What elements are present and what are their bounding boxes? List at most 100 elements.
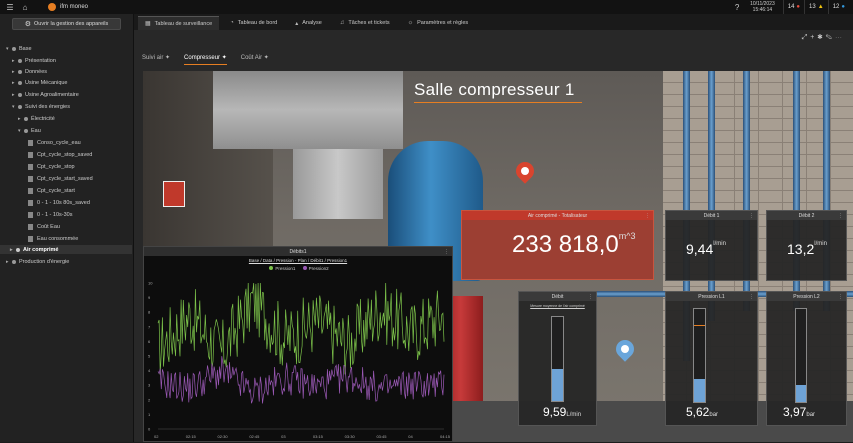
tree-item-eau-consommee[interactable]: Eau consommée bbox=[28, 234, 78, 243]
debit-gauge-widget[interactable]: Débit ⋮ Mesure moyenne de l'air comprimé … bbox=[518, 291, 597, 426]
pin-icon[interactable]: ✱ bbox=[817, 34, 825, 41]
tab-parametres[interactable]: ☼ Paramètres et règles bbox=[401, 16, 476, 30]
widget-header: Pression L1 ⋮ bbox=[666, 292, 757, 301]
pression2-value: 3,97bar bbox=[783, 405, 815, 419]
more-vertical-icon[interactable]: ⋮ bbox=[838, 213, 843, 219]
totalizer-value: 233 818,0m^3 bbox=[512, 231, 636, 259]
tree-item-electricite[interactable]: ▸ Électricité bbox=[18, 114, 55, 123]
alarm-badge-red[interactable]: 14 ● bbox=[782, 0, 804, 14]
tree-item-presentation[interactable]: ▸ Présentation bbox=[12, 56, 56, 65]
node-icon bbox=[18, 58, 22, 63]
tree-item-cpt-start-saved[interactable]: Cpt_cycle_start_saved bbox=[28, 174, 93, 183]
value-text: 9,44 bbox=[686, 241, 714, 257]
value-text: 233 818,0 bbox=[512, 231, 619, 258]
scene-title: Salle compresseur 1 bbox=[414, 80, 575, 99]
unit-text: bar bbox=[806, 412, 816, 418]
unit-text: L/min bbox=[566, 412, 582, 418]
alarm-badge-orange[interactable]: 13 ▲ bbox=[804, 0, 828, 14]
node-icon bbox=[12, 46, 16, 51]
debit-value: 9,59L/min bbox=[543, 405, 581, 419]
totalizer-widget[interactable]: Air comprimé - Totalisateur ⋮ 233 818,0m^… bbox=[461, 210, 654, 280]
fullscreen-icon[interactable]: ⤢ bbox=[802, 34, 811, 41]
tree-item-base[interactable]: ▾ Base bbox=[6, 44, 32, 53]
unit-text: bar bbox=[709, 412, 719, 418]
pin-icon: ✦ bbox=[263, 55, 269, 61]
y-tick-label: 1 bbox=[148, 412, 151, 417]
tree-item-label: Eau bbox=[31, 127, 41, 134]
tab-label: Tâches et tickets bbox=[348, 20, 390, 26]
tree-item-suivi-energies[interactable]: ▾ Suivi des énergies bbox=[12, 102, 70, 111]
more-icon[interactable]: ⋯ bbox=[835, 34, 845, 41]
alarm-badge-blue[interactable]: 12 ● bbox=[827, 0, 849, 14]
debit2-value: 13,2l/min bbox=[787, 241, 827, 257]
tree-item-cpt-start[interactable]: Cpt_cycle_start bbox=[28, 186, 75, 195]
debits-chart-widget[interactable]: Débits1 ⋮ Base / Data / Pression - Plan /… bbox=[143, 246, 453, 442]
more-vertical-icon[interactable]: ⋮ bbox=[838, 294, 843, 300]
subtab-suivi-air[interactable]: Suivi air ✦ bbox=[142, 54, 170, 65]
subtab-compresseur[interactable]: Compresseur ✦ bbox=[184, 54, 227, 65]
dashboard-icon: ◔ bbox=[230, 20, 234, 26]
tab-tableau-de-bord[interactable]: ◔ Tableau de bord bbox=[223, 16, 284, 30]
tree-item-conso-cycle-eau[interactable]: Conso_cycle_eau bbox=[28, 138, 81, 147]
series-pression1 bbox=[157, 282, 445, 375]
document-icon bbox=[28, 175, 33, 182]
y-tick-label: 0 bbox=[148, 427, 151, 432]
more-vertical-icon[interactable]: ⋮ bbox=[749, 213, 754, 219]
document-icon bbox=[28, 163, 33, 170]
widget-header: Débit 1 ⋮ bbox=[666, 211, 757, 220]
x-tick-label: 02:30 bbox=[218, 434, 229, 439]
node-icon bbox=[18, 104, 22, 109]
top-bar: ☰ ⌂ ifm moneo ? 10/11/2023 15:46:14 14 ● … bbox=[0, 0, 853, 14]
home-icon[interactable]: ⌂ bbox=[20, 3, 30, 12]
subtab-cout-air[interactable]: Coût Air ✦ bbox=[241, 54, 269, 65]
tree-item-production-energie[interactable]: ▸ Production d'énergie bbox=[6, 257, 69, 266]
value-text: 9,59 bbox=[543, 405, 567, 419]
tab-surveillance[interactable]: ▦ Tableau de surveillance bbox=[138, 16, 220, 30]
sidebar: ⚙ Ouvrir la gestion des appareils ▾ Base … bbox=[0, 14, 134, 442]
tab-label: Paramètres et règles bbox=[417, 20, 469, 26]
tab-taches[interactable]: ♫ Tâches et tickets bbox=[333, 16, 397, 30]
more-vertical-icon[interactable]: ⋮ bbox=[645, 213, 650, 219]
more-vertical-icon[interactable]: ⋮ bbox=[749, 294, 754, 300]
value-text: 13,2 bbox=[787, 241, 815, 257]
widget-title: Débit 2 bbox=[798, 212, 815, 219]
debit1-widget[interactable]: Débit 1 ⋮ 9,44l/min bbox=[665, 210, 758, 281]
pression1-widget[interactable]: Pression L1 ⋮ 5,62bar bbox=[665, 291, 758, 426]
debit1-value: 9,44l/min bbox=[686, 241, 726, 257]
tree-item-label: 0 - 1 - 10s 80s_saved bbox=[37, 199, 90, 206]
pression2-widget[interactable]: Pression L2 ⋮ 3,97bar bbox=[766, 291, 847, 426]
menu-icon[interactable]: ☰ bbox=[5, 3, 15, 12]
tree-item-usine-agro[interactable]: ▸ Usine Agroalimentaire bbox=[12, 90, 79, 99]
tree-item-label: Air comprimé bbox=[23, 246, 59, 253]
fire-sign bbox=[163, 181, 185, 207]
tree-item-donnees[interactable]: ▸ Données bbox=[12, 67, 47, 76]
tree-item-label: Cpt_cycle_start_saved bbox=[37, 175, 93, 182]
node-icon bbox=[18, 69, 22, 74]
value-text: 3,97 bbox=[783, 405, 807, 419]
info-icon: ● bbox=[841, 4, 845, 10]
debit2-widget[interactable]: Débit 2 ⋮ 13,2l/min bbox=[766, 210, 847, 281]
tree-item-label: Suivi des énergies bbox=[25, 103, 70, 110]
tree-item-10s30s[interactable]: 0 - 1 - 10s-30s bbox=[28, 210, 72, 219]
tree-item-air-comprime[interactable]: ▸ Air comprimé bbox=[0, 245, 132, 254]
tree-item-cout-eau[interactable]: Coût Eau bbox=[28, 222, 60, 231]
settings-icon: ☼ bbox=[407, 20, 414, 26]
gauge-fill bbox=[552, 369, 563, 401]
tree-item-eau[interactable]: ▾ Eau bbox=[18, 126, 41, 135]
y-tick-label: 7 bbox=[148, 324, 151, 329]
edit-icon[interactable]: ✎ bbox=[826, 34, 835, 41]
toolbar: ⤢+✱✎⋯ bbox=[802, 34, 845, 42]
more-vertical-icon[interactable]: ⋮ bbox=[588, 294, 593, 300]
tree-item-10s80s-saved[interactable]: 0 - 1 - 10s 80s_saved bbox=[28, 198, 90, 207]
tree-item-cpt-stop[interactable]: Cpt_cycle_stop bbox=[28, 162, 75, 171]
alarm-count-blue: 12 bbox=[832, 4, 840, 10]
tree-item-usine-mecanique[interactable]: ▸ Usine Mécanique bbox=[12, 78, 68, 87]
document-icon bbox=[28, 223, 33, 230]
subtab-label: Coût Air bbox=[240, 55, 263, 61]
x-tick-label: 04 bbox=[408, 434, 413, 439]
tree-item-label: Production d'énergie bbox=[19, 258, 70, 265]
device-management-button[interactable]: ⚙ Ouvrir la gestion des appareils bbox=[12, 18, 121, 30]
tree-item-cpt-stop-saved[interactable]: Cpt_cycle_stop_saved bbox=[28, 150, 92, 159]
tab-analyse[interactable]: ▴ Analyse bbox=[288, 16, 329, 30]
help-icon[interactable]: ? bbox=[732, 3, 742, 12]
